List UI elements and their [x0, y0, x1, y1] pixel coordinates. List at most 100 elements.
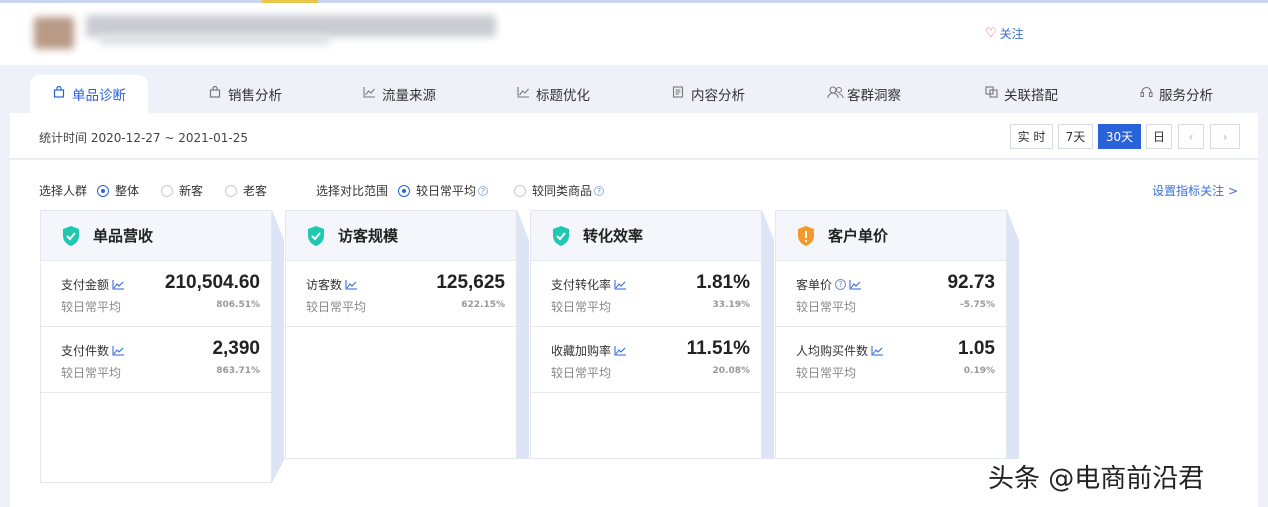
metric-row[interactable]: 支付件数 较日常平均 2,390 863.71%: [41, 327, 271, 393]
next-button[interactable]: ›: [1210, 124, 1240, 149]
tab-label: 销售分析: [228, 88, 282, 104]
trend-icon[interactable]: [345, 279, 358, 290]
metric-percent: -5.75%: [960, 300, 995, 310]
metric-compare-label: 较日常平均: [796, 300, 857, 314]
metric-row[interactable]: 支付转化率 较日常平均 1.81% 33.19%: [531, 261, 761, 327]
card-title: 客户单价: [828, 227, 889, 245]
tab-single-product-diagnosis[interactable]: 单品诊断: [30, 75, 148, 113]
tab-service-analysis[interactable]: 服务分析: [1139, 75, 1213, 113]
trend-icon[interactable]: [112, 279, 125, 290]
trend-icon[interactable]: [614, 279, 627, 290]
line-chart-icon: [516, 86, 530, 102]
settings-link[interactable]: 设置指标关注 >: [1152, 182, 1238, 199]
tab-title-optimization[interactable]: 标题优化: [516, 75, 590, 113]
tab-association-pairing[interactable]: 关联搭配: [984, 75, 1058, 113]
blurred-product-title: [86, 15, 496, 37]
metric-percent: 33.19%: [712, 300, 751, 310]
metric-compare-label: 较日常平均: [551, 300, 612, 314]
help-icon[interactable]: ?: [594, 185, 605, 196]
card-title: 访客规模: [338, 227, 399, 245]
card-title: 转化效率: [583, 227, 644, 245]
metric-label: 支付金额: [61, 278, 110, 292]
tab-label: 标题优化: [536, 88, 590, 104]
metric-row[interactable]: 客单价 ? 较日常平均 92.73 -5.75%: [776, 261, 1006, 327]
follow-button[interactable]: ♡ 关注: [985, 25, 1024, 42]
metric-value: 2,390: [212, 338, 260, 359]
compare-label: 选择对比范围: [316, 184, 389, 198]
metric-value: 1.05: [958, 338, 995, 359]
realtime-button[interactable]: 实 时: [1010, 124, 1053, 149]
metric-label: 人均购买件数: [796, 344, 869, 358]
tab-label: 客群洞察: [847, 88, 901, 104]
radio-similar[interactable]: [514, 184, 527, 197]
tab-sales-analysis[interactable]: 销售分析: [208, 75, 282, 113]
blurred-product-subtitle: [100, 35, 330, 45]
tab-customer-insight[interactable]: 客群洞察: [827, 75, 901, 113]
document-icon: [671, 86, 685, 102]
7day-button[interactable]: 7天: [1058, 124, 1093, 149]
30day-button[interactable]: 30天: [1098, 124, 1141, 149]
heart-icon: ♡: [985, 26, 997, 41]
metric-compare-label: 较日常平均: [551, 366, 612, 380]
metric-compare-label: 较日常平均: [61, 366, 122, 380]
trend-icon[interactable]: [849, 279, 862, 290]
tab-label: 内容分析: [691, 88, 745, 104]
tab-label: 服务分析: [1159, 88, 1213, 104]
bag-icon: [208, 85, 222, 102]
date-toolbar: 统计时间 2020-12-27 ~ 2021-01-25 实 时 7天 30天 …: [10, 113, 1258, 159]
card-fold-decoration: [272, 210, 284, 483]
shield-warning-icon: [798, 225, 814, 246]
metric-label: 客单价: [796, 278, 833, 292]
radio-all[interactable]: [97, 184, 110, 197]
metric-percent: 20.08%: [712, 366, 751, 376]
card-header: 单品营收: [41, 211, 271, 261]
metric-row[interactable]: 人均购买件数 较日常平均 1.05 0.19%: [776, 327, 1006, 393]
metric-row[interactable]: 支付金额 较日常平均 210,504.60 806.51%: [41, 261, 271, 327]
radio-daily-avg-label: 较日常平均: [416, 184, 477, 198]
card-fold-decoration: [1007, 210, 1019, 459]
line-chart-icon: [362, 86, 376, 102]
metric-percent: 863.71%: [216, 366, 260, 376]
metric-compare-label: 较日常平均: [61, 300, 122, 314]
card-conversion: 转化效率 支付转化率 较日常平均 1.81% 33.19% 收藏加购率 较日常平…: [530, 210, 762, 459]
date-range: 统计时间 2020-12-27 ~ 2021-01-25: [39, 131, 248, 145]
radio-new[interactable]: [161, 184, 174, 197]
shield-check-icon: [308, 225, 324, 246]
metric-value: 1.81%: [696, 272, 750, 293]
tab-content-analysis[interactable]: 内容分析: [671, 75, 745, 113]
users-icon: [827, 85, 844, 103]
radio-old-label: 老客: [243, 184, 268, 198]
trend-icon[interactable]: [614, 345, 627, 356]
help-icon[interactable]: ?: [478, 185, 489, 196]
blurred-thumbnail: [34, 17, 74, 49]
tab-bar: 单品诊断 销售分析 流量来源 标题优化 内容分析 客群洞察 关联搭配 服务分析: [0, 65, 1268, 113]
headset-icon: [1139, 86, 1153, 102]
card-fold-decoration: [517, 210, 529, 459]
card-unit-price: 客户单价 客单价 ? 较日常平均 92.73 -5.75% 人均购买件数 较日常…: [775, 210, 1007, 459]
metric-label: 支付件数: [61, 344, 110, 358]
card-fold-decoration: [762, 210, 774, 459]
metric-value: 125,625: [436, 272, 505, 293]
metric-row[interactable]: 访客数 较日常平均 125,625 622.15%: [286, 261, 516, 327]
metric-row[interactable]: 收藏加购率 较日常平均 11.51% 20.08%: [531, 327, 761, 393]
card-header: 客户单价: [776, 211, 1006, 261]
metric-label: 访客数: [306, 278, 343, 292]
trend-icon[interactable]: [871, 345, 884, 356]
shield-check-icon: [63, 225, 79, 246]
trend-icon[interactable]: [112, 345, 125, 356]
card-header: 转化效率: [531, 211, 761, 261]
compare-filter: 选择对比范围 较日常平均 ? 较同类商品 ?: [316, 182, 605, 199]
prev-button[interactable]: ‹: [1178, 124, 1204, 149]
crowd-filter: 选择人群 整体 新客 老客: [39, 182, 267, 199]
tab-label: 流量来源: [382, 88, 436, 104]
radio-similar-label: 较同类商品: [532, 184, 593, 198]
help-icon[interactable]: ?: [835, 279, 847, 290]
tab-traffic-source[interactable]: 流量来源: [362, 75, 436, 113]
chevron-left-icon: ‹: [1188, 129, 1194, 144]
radio-new-label: 新客: [179, 184, 204, 198]
radio-daily-avg[interactable]: [398, 184, 411, 197]
chevron-right-icon: ›: [1222, 129, 1228, 144]
bag-icon: [52, 85, 66, 102]
radio-old[interactable]: [225, 184, 238, 197]
day-button[interactable]: 日: [1146, 124, 1172, 149]
